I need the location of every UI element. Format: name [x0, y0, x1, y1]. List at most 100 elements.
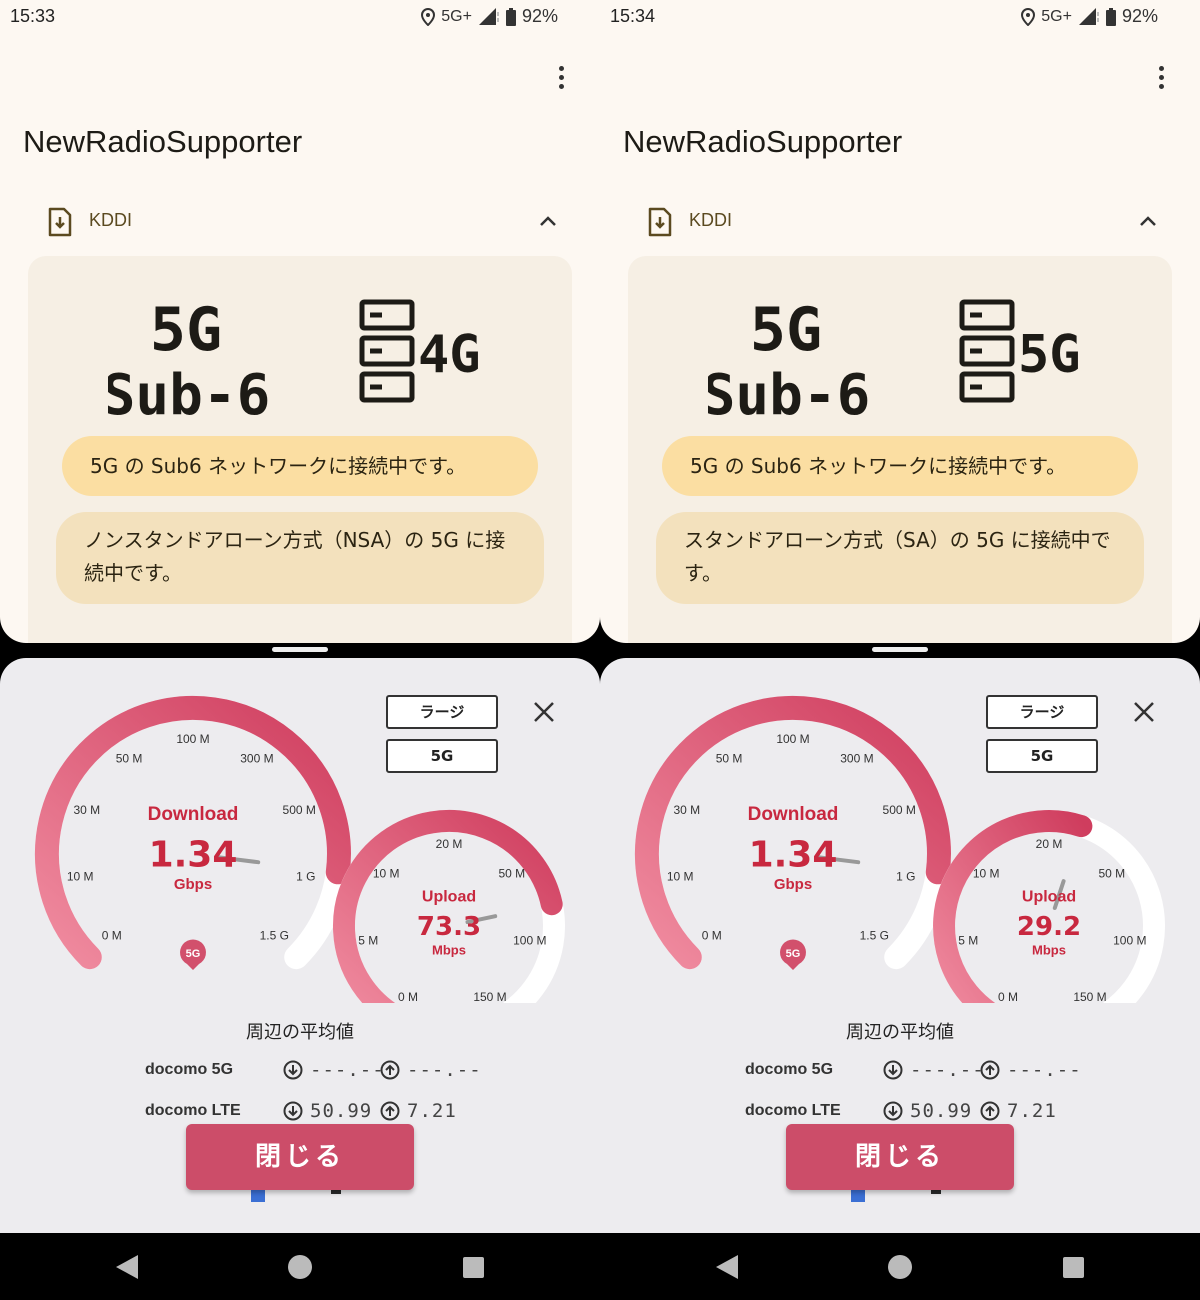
connection-mode-pill: スタンドアローン方式（SA）の 5G に接続中です。 [656, 512, 1144, 604]
overflow-menu-icon[interactable] [553, 66, 569, 92]
signal-icon [478, 7, 499, 25]
download-unit: Gbps [174, 876, 212, 893]
download-scale-label: 30 M [73, 803, 100, 817]
nav-buttons [716, 1255, 1084, 1279]
average-download: ---.-- [310, 1059, 385, 1081]
back-icon[interactable] [116, 1255, 138, 1279]
download-scale-label: 500 M [883, 803, 916, 817]
network-badge-label: 5G [186, 948, 201, 960]
close-icon[interactable] [532, 700, 556, 724]
app-title: NewRadioSupporter [623, 124, 903, 159]
download-arrow-icon [883, 1060, 903, 1080]
status-time: 15:33 [10, 6, 56, 26]
nr-band: Sub-6 [108, 363, 268, 418]
nearby-average-title: 周辺の平均値 [246, 1022, 354, 1043]
network-badge-label: 5G [786, 948, 801, 960]
chevron-up-icon[interactable] [538, 213, 558, 229]
download-scale-label: 0 M [102, 929, 122, 943]
download-scale-label: 300 M [240, 752, 273, 766]
recents-icon[interactable] [463, 1257, 484, 1278]
network-badge: 5G [180, 939, 206, 970]
download-scale-label: 1.5 G [860, 929, 889, 943]
average-download: ---.-- [910, 1059, 985, 1081]
average-download: 50.99 [310, 1100, 373, 1122]
home-icon[interactable] [288, 1255, 312, 1279]
close-button[interactable]: 閉じる [186, 1124, 414, 1190]
upload-value: 73.3 [417, 912, 481, 942]
network-type: 5G+ [1041, 7, 1072, 25]
connection-status-pill: 5G の Sub6 ネットワークに接続中です。 [62, 436, 538, 496]
location-icon [1021, 7, 1036, 26]
speed-test-sheet: 0 M 10 M 30 M 50 M 100 M 300 M 500 M 1 G 1.5 G Do… [0, 658, 600, 1233]
network-filter-button[interactable]: 5G [386, 739, 498, 773]
speed-test-sheet: 0 M 10 M 30 M 50 M 100 M 300 M 500 M 1 G 1.5 G Do… [600, 658, 1200, 1233]
carrier-header[interactable]: KDDI [48, 205, 558, 239]
network-info-card: 5G Sub-6 5G 5G の Sub6 ネットワークに接続中です。 スタンド… [628, 256, 1172, 643]
average-upload: ---.-- [1007, 1059, 1082, 1081]
download-scale-label: 500 M [283, 803, 316, 817]
average-row-label: docomo 5G [745, 1061, 834, 1078]
download-scale-label: 300 M [840, 752, 873, 766]
average-upload: 7.21 [407, 1100, 457, 1122]
battery-icon [505, 7, 516, 26]
upload-scale-label: 100 M [513, 933, 546, 947]
size-mode-button[interactable]: ラージ [386, 695, 498, 729]
nav-buttons [116, 1255, 484, 1279]
app-window: 15:33 5G+ 92% NewRadioSupporter KDDI 5G [0, 0, 600, 643]
average-upload: 7.21 [1007, 1100, 1057, 1122]
upload-scale-label: 20 M [1036, 837, 1063, 851]
network-filter-button[interactable]: 5G [986, 739, 1098, 773]
overflow-menu-icon[interactable] [1153, 66, 1169, 92]
download-scale-label: 50 M [116, 752, 143, 766]
download-arrow-icon [283, 1060, 303, 1080]
upload-scale-label: 20 M [436, 837, 463, 851]
upload-scale-label: 5 M [958, 933, 978, 947]
carrier-header[interactable]: KDDI [648, 205, 1158, 239]
connection-mode-pill: ノンスタンドアローン方式（NSA）の 5G に接続中です。 [56, 512, 544, 604]
home-icon[interactable] [888, 1255, 912, 1279]
split-drag-handle[interactable] [272, 647, 328, 652]
download-scale-label: 0 M [702, 929, 722, 943]
size-mode-button[interactable]: ラージ [986, 695, 1098, 729]
upload-arrow-icon [380, 1101, 400, 1121]
download-arrow-icon [883, 1101, 903, 1121]
download-scale-label: 1 G [896, 870, 915, 884]
split-drag-handle[interactable] [872, 647, 928, 652]
sim-card-icon [648, 207, 672, 237]
download-scale-label: 10 M [667, 870, 694, 884]
carrier-name: KDDI [689, 210, 733, 230]
download-arrow-icon [283, 1101, 303, 1121]
status-icons: 5G+ 92% [421, 6, 558, 27]
recents-icon[interactable] [1063, 1257, 1084, 1278]
download-scale-label: 30 M [673, 803, 700, 817]
network-info-card: 5G Sub-6 4G 5G の Sub6 ネットワークに接続中です。 ノンスタ… [28, 256, 572, 643]
nr-frequency-icon: 5G Sub-6 [108, 295, 268, 418]
upload-unit: Mbps [1032, 943, 1066, 958]
nr-generation: 5G [150, 295, 222, 365]
sim-card-icon [48, 207, 72, 237]
download-unit: Gbps [774, 876, 812, 893]
upload-scale-label: 10 M [973, 867, 1000, 881]
upload-arrow-icon [980, 1101, 1000, 1121]
navigation-bar [0, 1233, 600, 1300]
back-icon[interactable] [716, 1255, 738, 1279]
app-title: NewRadioSupporter [23, 124, 303, 159]
nr-frequency-icon: 5G Sub-6 [708, 295, 868, 418]
close-icon[interactable] [1132, 700, 1156, 724]
average-row: docomo 5G ---.-- ---.-- [145, 1059, 565, 1085]
status-bar: 15:34 5G+ 92% [600, 0, 1200, 34]
upload-scale-label: 0 M [998, 990, 1018, 1003]
download-scale-label: 100 M [776, 732, 809, 746]
band-type-label: 4G [418, 325, 481, 385]
phone-screen-left: 15:33 5G+ 92% NewRadioSupporter KDDI 5G [0, 0, 600, 1300]
close-button[interactable]: 閉じる [786, 1124, 1014, 1190]
chevron-up-icon[interactable] [1138, 213, 1158, 229]
network-type: 5G+ [441, 7, 472, 25]
navigation-bar [600, 1233, 1200, 1300]
upload-arrow-icon [980, 1060, 1000, 1080]
upload-title: Upload [1022, 888, 1076, 905]
speed-gauges: 0 M 10 M 30 M 50 M 100 M 300 M 500 M 1 G 1.5 G Do… [35, 695, 565, 1003]
signal-icon [1078, 7, 1099, 25]
status-time: 15:34 [610, 6, 656, 26]
nearby-average-title: 周辺の平均値 [846, 1022, 954, 1043]
